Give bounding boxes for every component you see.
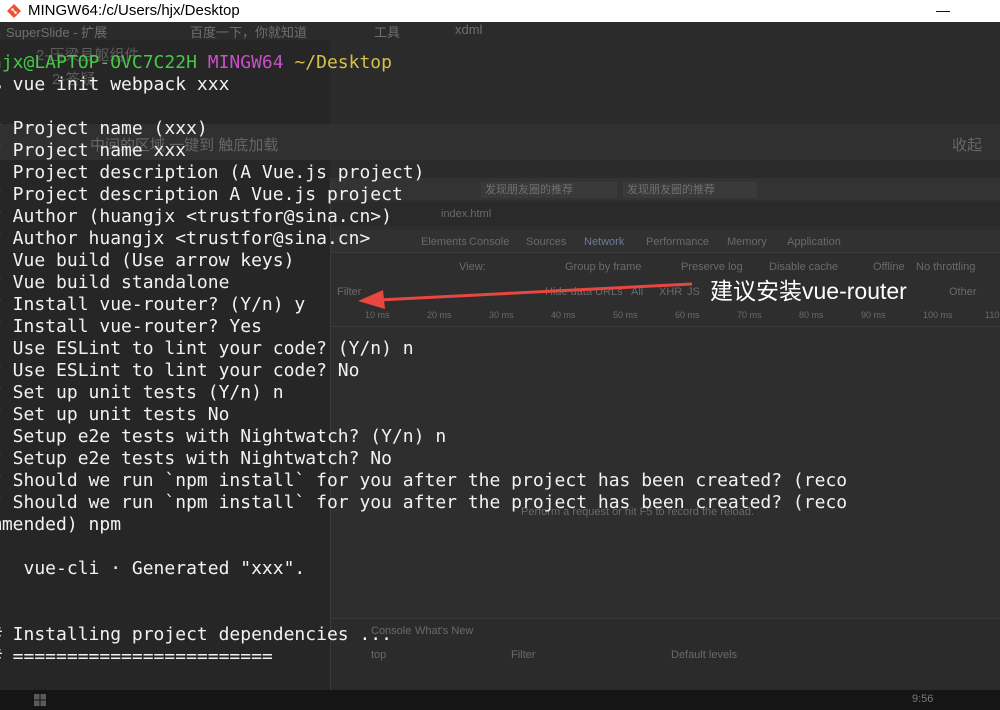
annotation-arrow-icon bbox=[358, 282, 693, 309]
annotation-label: 建议安装vue-router bbox=[710, 278, 907, 304]
